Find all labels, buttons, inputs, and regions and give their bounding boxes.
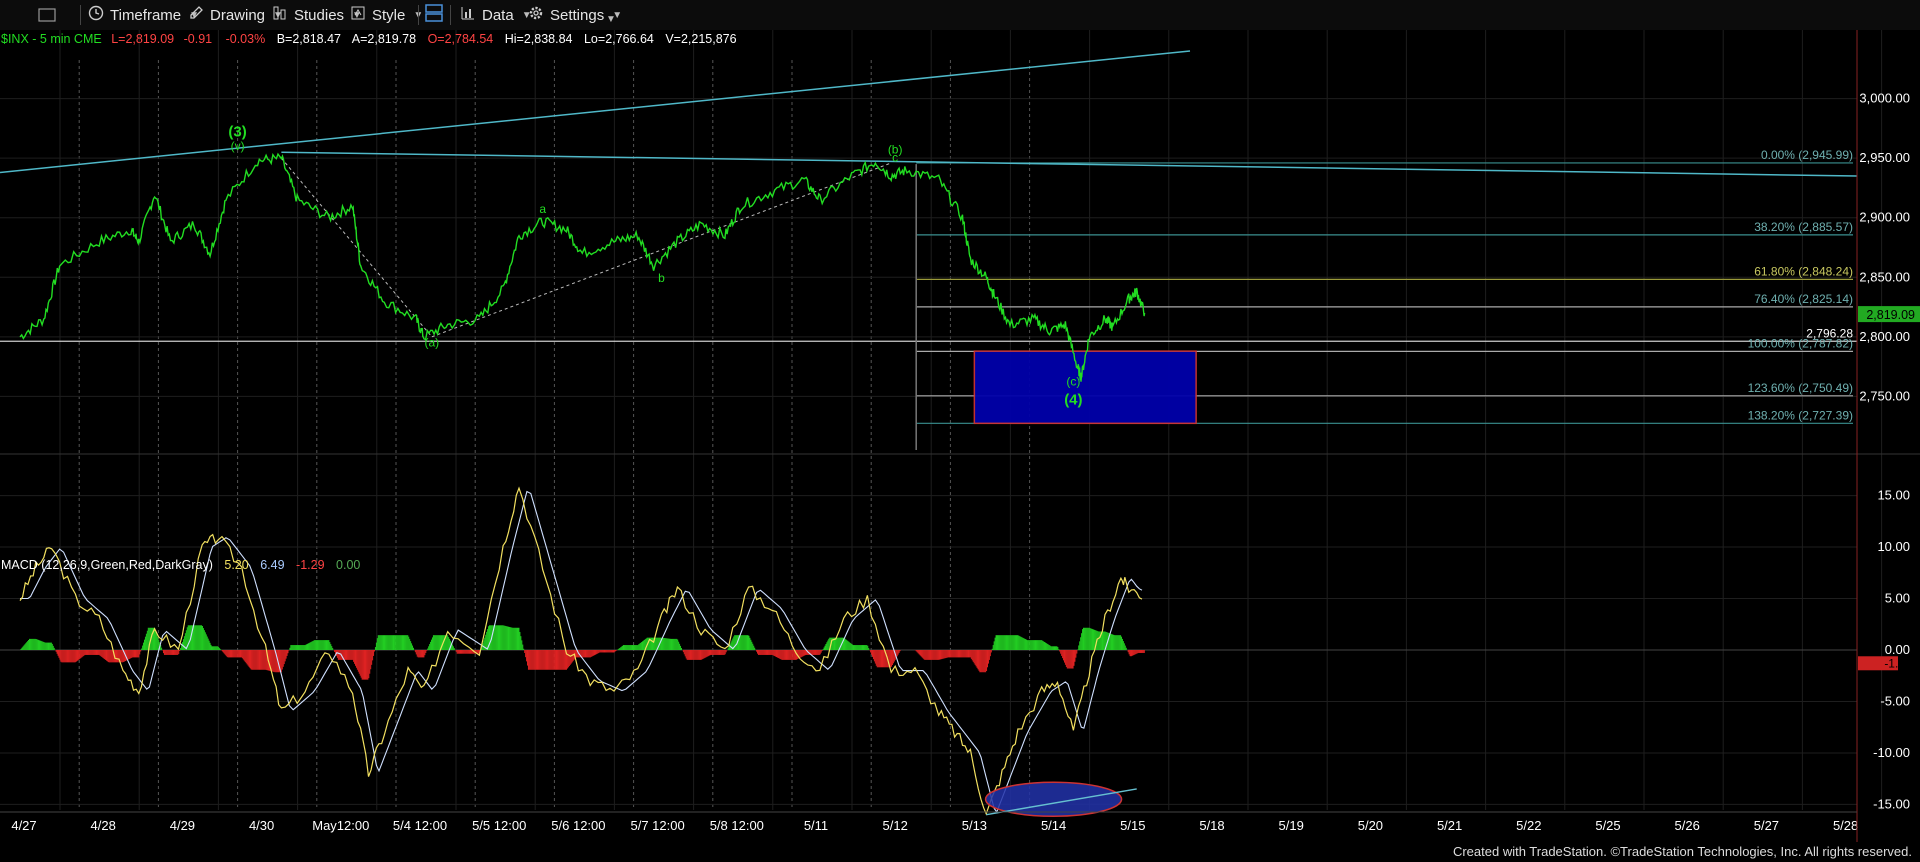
- macd-y-tick-label: -10.00: [1873, 745, 1910, 760]
- fib-label: 138.20% (2,727.39): [1748, 408, 1853, 422]
- x-tick-label: 5/4 12:00: [393, 818, 447, 833]
- wave-label: (v): [231, 139, 245, 153]
- pencil-icon: [188, 5, 204, 25]
- fib-label: 0.00% (2,945.99): [1761, 148, 1853, 162]
- svg-text:MACD (12,26,9,Green,Red,DarkGr: MACD (12,26,9,Green,Red,DarkGray) 5.20 6…: [1, 558, 360, 572]
- timeframe-label: Timeframe: [110, 6, 182, 24]
- wave-label: (c): [1066, 375, 1080, 389]
- x-tick-label: 5/28: [1833, 818, 1858, 833]
- y-tick-label: 3,000.00: [1859, 91, 1910, 106]
- chart-area[interactable]: 0.00% (2,945.99) 38.20% (2,885.57) 61.80% …: [0, 30, 1920, 842]
- macd-y-tick-label: -5.00: [1880, 693, 1910, 708]
- style-menu[interactable]: Style ▼: [350, 0, 423, 30]
- y-tick-label: 2,850.00: [1859, 269, 1910, 284]
- drawing-menu[interactable]: Drawing ▼: [188, 0, 283, 30]
- style-icon: [350, 5, 366, 25]
- layout-button[interactable]: [424, 0, 444, 30]
- studies-icon: [272, 5, 288, 25]
- data-menu[interactable]: Data ▼: [460, 0, 532, 30]
- y-tick-label: 2,950.00: [1859, 150, 1910, 165]
- macd-value-label: -1.29: [1884, 656, 1912, 670]
- layout-icon: [424, 3, 444, 27]
- pct-label: -0.03%: [226, 32, 266, 46]
- x-tick-label: 5/6 12:00: [551, 818, 605, 833]
- x-tick-label: 5/12: [883, 818, 908, 833]
- x-tick-label: 4/30: [249, 818, 274, 833]
- clock-icon: [88, 5, 104, 25]
- x-tick-label: 5/26: [1675, 818, 1700, 833]
- low-label: Lo=2,766.64: [584, 32, 654, 46]
- wave-label: (4): [1064, 392, 1082, 409]
- x-tick-label: 5/18: [1199, 818, 1224, 833]
- hist-value: -1.29: [296, 558, 325, 572]
- x-tick-label: 5/27: [1754, 818, 1779, 833]
- volume-label: V=2,215,876: [665, 32, 736, 46]
- ask-label: A=2,819.78: [352, 32, 416, 46]
- drawing-label: Drawing: [210, 6, 266, 24]
- x-tick-label: 5/20: [1358, 818, 1383, 833]
- wave-label: b: [658, 271, 665, 285]
- studies-menu[interactable]: Studies ▼: [272, 0, 362, 30]
- data-label: Data: [482, 6, 514, 24]
- fib-label: 100.00% (2,787.82): [1748, 336, 1853, 350]
- y-tick-label: 2,800.00: [1859, 329, 1910, 344]
- x-tick-label: 5/7 12:00: [630, 818, 684, 833]
- macd-title: MACD (12,26,9,Green,Red,DarkGray): [1, 558, 213, 572]
- macd-y-tick-label: 10.00: [1877, 539, 1910, 554]
- x-tick-label: 5/22: [1516, 818, 1541, 833]
- svg-text:$INX - 5 min CME L=2,819.: $INX - 5 min CME L=2,819.09 -0.91 -0.03%…: [1, 32, 737, 46]
- macd-value: 5.20: [224, 558, 248, 572]
- studies-label: Studies: [294, 6, 345, 24]
- fib-label: 76.40% (2,825.14): [1754, 292, 1853, 306]
- window-icon[interactable]: [38, 0, 56, 30]
- open-label: O=2,784.54: [428, 32, 494, 46]
- x-tick-label: 5/13: [962, 818, 987, 833]
- high-label: Hi=2,838.84: [505, 32, 573, 46]
- fib-label: 123.60% (2,750.49): [1748, 381, 1853, 395]
- x-tick-label: May12:00: [312, 818, 369, 833]
- x-tick-label: 4/28: [91, 818, 116, 833]
- bid-label: B=2,818.47: [277, 32, 341, 46]
- fib-label: 38.20% (2,885.57): [1754, 220, 1853, 234]
- settings-label: Settings: [550, 6, 605, 24]
- x-tick-label: 4/29: [170, 818, 195, 833]
- x-tick-label: 5/15: [1120, 818, 1145, 833]
- wave-label: a: [539, 202, 546, 216]
- x-tick-label: 5/8 12:00: [710, 818, 764, 833]
- y-tick-label: 2,900.00: [1859, 210, 1910, 225]
- x-tick-label: 5/19: [1279, 818, 1304, 833]
- gear-icon: [528, 5, 544, 25]
- macd-y-tick-label: 15.00: [1877, 488, 1910, 503]
- x-tick-label: 5/14: [1041, 818, 1066, 833]
- style-label: Style: [372, 6, 406, 24]
- symbol-label: $INX - 5 min CME: [1, 32, 102, 46]
- x-tick-label: 4/27: [11, 818, 36, 833]
- footer-credit: Created with TradeStation. ©TradeStation…: [1452, 844, 1912, 859]
- timeframe-menu[interactable]: Timeframe ▼: [88, 0, 199, 30]
- toolbar: Timeframe ▼ Drawing ▼ Studies ▼ Style ▼ …: [0, 0, 1920, 31]
- last-price-label: 2,819.09: [1866, 308, 1915, 322]
- wave-label: c: [892, 151, 898, 165]
- zero-value: 0.00: [336, 558, 360, 572]
- x-tick-label: 5/25: [1595, 818, 1620, 833]
- y-tick-label: 2,750.00: [1859, 388, 1910, 403]
- bar-chart-icon: [460, 5, 476, 25]
- signal-value: 6.49: [260, 558, 284, 572]
- macd-y-tick-label: 0.00: [1885, 642, 1910, 657]
- last-label: L=2,819.09: [111, 32, 174, 46]
- x-tick-label: 5/5 12:00: [472, 818, 526, 833]
- x-tick-label: 5/11: [804, 818, 828, 833]
- macd-y-tick-label: 5.00: [1885, 591, 1910, 606]
- x-tick-label: 5/21: [1437, 818, 1462, 833]
- fib-label: 61.80% (2,848.24): [1754, 264, 1853, 278]
- wave-label: (a): [425, 335, 440, 349]
- change-label: -0.91: [184, 32, 213, 46]
- macd-y-tick-label: -15.00: [1873, 796, 1910, 811]
